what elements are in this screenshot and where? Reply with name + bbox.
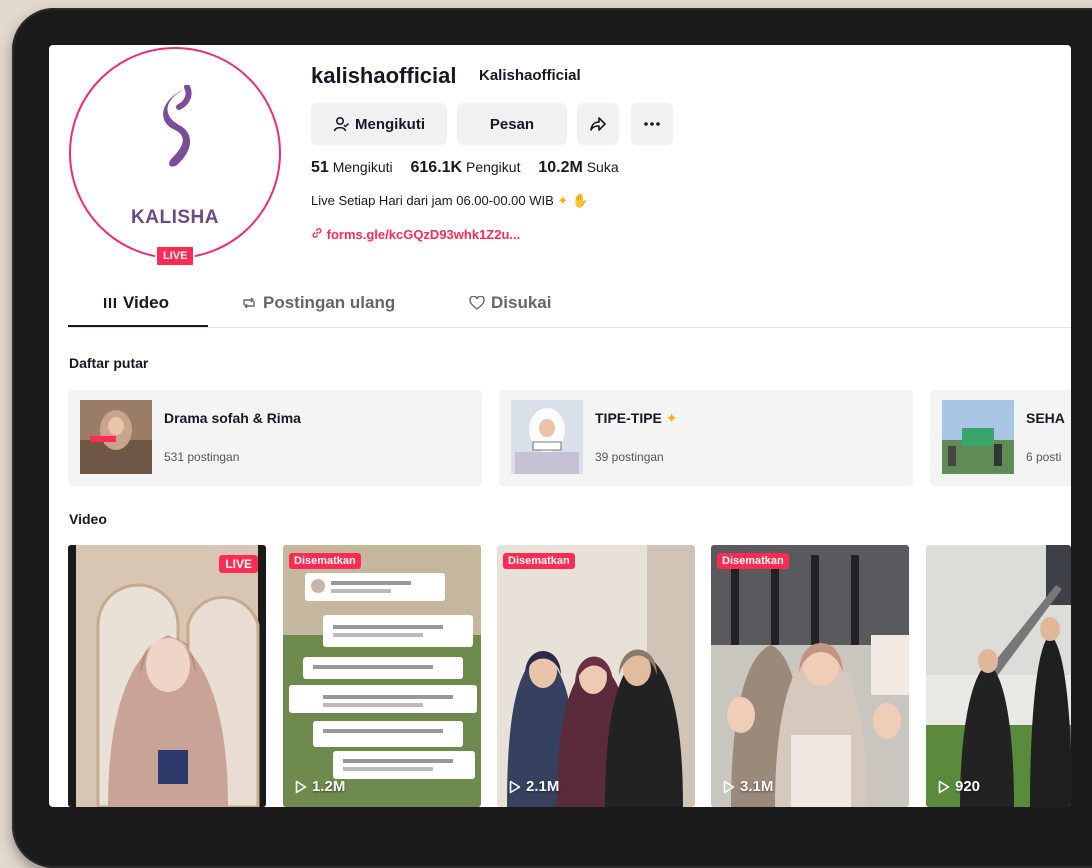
profile-page: KALISHA LIVE kalishaofficial Kalishaoffi…: [49, 45, 1071, 807]
video-thumbnail: [497, 545, 695, 807]
live-badge[interactable]: LIVE: [155, 245, 196, 267]
playlist-count: 531 postingan: [164, 450, 240, 464]
more-dots-icon: [644, 122, 660, 126]
playlist-title: TIPE-TIPE ✦: [595, 410, 678, 427]
following-button-label: Mengikuti: [355, 115, 425, 133]
videos-heading: Video: [69, 511, 107, 527]
followers-count[interactable]: 616.1K: [411, 159, 463, 176]
pinned-badge: Disematkan: [717, 553, 789, 569]
view-count-text: 920: [955, 778, 981, 795]
kalisha-logo-mark: [163, 85, 192, 167]
playlist-thumbnail: [942, 400, 1014, 474]
following-label: Mengikuti: [332, 159, 393, 175]
praying-hands-emoji-icon: ✋: [571, 193, 589, 208]
tab-reposts-label: Postingan ulang: [263, 293, 396, 312]
grid-icon: [104, 298, 116, 308]
view-count: 1.2M: [295, 778, 345, 795]
play-outline-icon: [938, 780, 950, 793]
playlist-count: 6 posti: [1026, 450, 1062, 464]
video-thumbnail: [283, 545, 481, 807]
video-card[interactable]: LIVE: [68, 545, 266, 807]
profile-stats: 51 Mengikuti 616.1K Pengikut 10.2M Suka: [311, 159, 633, 177]
profile-link-text: forms.gle/kcGQzD93whk1Z2u...: [326, 227, 521, 242]
video-card[interactable]: 920: [926, 545, 1071, 807]
playlists-heading: Daftar putar: [69, 355, 149, 371]
message-button[interactable]: Pesan: [457, 103, 567, 145]
play-outline-icon: [723, 780, 735, 793]
playlist-item[interactable]: TIPE-TIPE ✦ 39 postingan: [499, 390, 913, 486]
sparkle-emoji-icon: ✦: [665, 410, 678, 426]
repost-icon: [243, 297, 255, 309]
user-check-icon: [333, 116, 349, 132]
playlist-title-text: TIPE-TIPE: [595, 410, 662, 426]
share-icon: [590, 117, 606, 131]
kalisha-logo-text: KALISHA: [131, 207, 219, 228]
pinned-badge: Disematkan: [289, 553, 361, 569]
share-button[interactable]: [577, 103, 619, 145]
playlist-thumbnail: [80, 400, 152, 474]
tab-liked-label: Disukai: [491, 293, 552, 312]
view-count-text: 3.1M: [740, 778, 774, 795]
heart-outline-icon: [469, 296, 485, 310]
video-thumbnail: [68, 545, 266, 807]
following-count[interactable]: 51: [311, 159, 329, 176]
view-count: 3.1M: [723, 778, 773, 795]
tab-videos-label: Video: [123, 293, 169, 312]
profile-avatar[interactable]: KALISHA: [69, 47, 281, 259]
profile-nickname: Kalishaofficial: [479, 67, 581, 84]
tabs-divider: [68, 327, 1071, 328]
video-thumbnail: [711, 545, 909, 807]
profile-link[interactable]: forms.gle/kcGQzD93whk1Z2u...: [311, 227, 520, 242]
tab-videos[interactable]: Video: [103, 293, 169, 313]
video-card[interactable]: Disematkan 3.1M: [711, 545, 909, 807]
view-count-text: 1.2M: [312, 778, 346, 795]
view-count-text: 2.1M: [526, 778, 560, 795]
likes-label: Suka: [586, 159, 619, 175]
tab-liked[interactable]: Disukai: [469, 293, 551, 313]
view-count: 920: [938, 778, 980, 795]
video-card[interactable]: Disematkan 2.1M: [497, 545, 695, 807]
live-badge: LIVE: [219, 555, 258, 573]
video-card[interactable]: Disematkan 1.2M: [283, 545, 481, 807]
link-icon: [312, 228, 322, 238]
playlist-item[interactable]: Drama sofah & Rima 531 postingan: [68, 390, 482, 486]
pinned-badge: Disematkan: [503, 553, 575, 569]
view-count: 2.1M: [509, 778, 559, 795]
playlist-title: SEHA: [1026, 410, 1065, 426]
playlist-count: 39 postingan: [595, 450, 664, 464]
sparkle-emoji-icon: ✦: [557, 193, 569, 208]
playlist-title: Drama sofah & Rima: [164, 410, 301, 426]
profile-username: kalishaofficial: [311, 63, 457, 88]
video-thumbnail: [926, 545, 1071, 807]
tab-reposts[interactable]: Postingan ulang: [241, 293, 395, 313]
followers-label: Pengikut: [465, 159, 521, 175]
playlist-thumbnail: [511, 400, 583, 474]
bio-text: Live Setiap Hari dari jam 06.00-00.00 WI…: [311, 193, 554, 208]
following-button[interactable]: Mengikuti: [311, 103, 447, 145]
likes-count: 10.2M: [538, 159, 583, 176]
play-outline-icon: [509, 780, 521, 793]
play-outline-icon: [295, 780, 307, 793]
more-options-button[interactable]: [631, 103, 673, 145]
profile-bio: Live Setiap Hari dari jam 06.00-00.00 WI…: [311, 193, 588, 209]
playlist-item[interactable]: SEHA 6 posti: [930, 390, 1071, 486]
